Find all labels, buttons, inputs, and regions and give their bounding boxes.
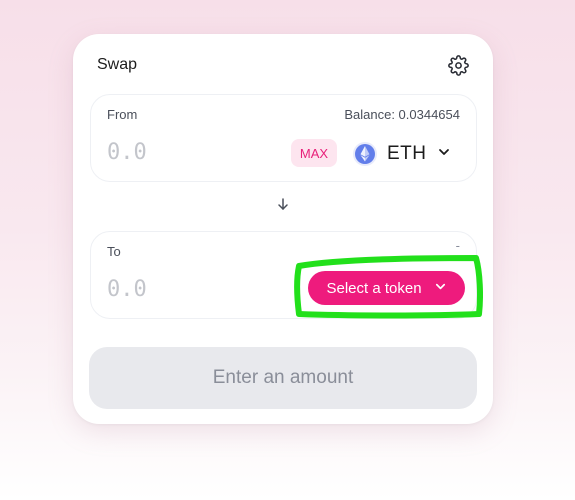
select-token-button[interactable]: Select a token [308,271,465,305]
swap-card: Swap From Balance: 0.0344654 MAX [73,34,493,424]
from-panel: From Balance: 0.0344654 MAX ETH [90,94,477,182]
max-button[interactable]: MAX [291,139,337,167]
to-label: To [107,244,121,259]
from-amount-input[interactable] [107,137,257,167]
from-token-selector[interactable]: ETH [353,139,451,169]
from-balance: Balance: 0.0344654 [344,107,460,122]
chevron-down-icon [434,280,447,297]
enter-amount-button[interactable]: Enter an amount [89,347,477,409]
to-panel: To - Select a token [90,231,477,319]
chevron-down-icon [437,145,451,164]
arrow-down-icon[interactable] [275,196,291,212]
to-balance: - [455,238,460,253]
swap-header: Swap [97,54,469,76]
from-label: From [107,107,138,122]
select-token-label: Select a token [326,279,422,297]
swap-title: Swap [97,56,138,73]
gear-icon[interactable] [447,54,469,76]
from-token-symbol: ETH [387,143,427,164]
ethereum-icon [353,142,377,166]
to-amount-input[interactable] [107,274,257,304]
